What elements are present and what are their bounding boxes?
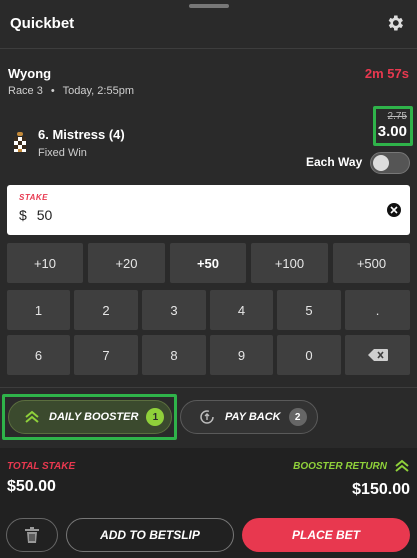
odds-display: 2.75 3.00	[373, 106, 413, 146]
total-stake-label: TOTAL STAKE	[7, 461, 76, 472]
stake-input[interactable]: STAKE $ 50	[7, 185, 410, 235]
divider	[0, 387, 417, 388]
keypad-key-5[interactable]: 5	[277, 290, 341, 330]
boosted-odds: 3.00	[377, 123, 407, 140]
quick-amount-100[interactable]: +100	[251, 243, 328, 283]
keypad-key-decimal[interactable]: .	[345, 290, 410, 330]
gear-icon[interactable]	[385, 13, 405, 33]
race-countdown: 2m 57s	[364, 66, 409, 81]
keypad-key-0[interactable]: 0	[277, 335, 341, 375]
keypad-key-7[interactable]: 7	[74, 335, 138, 375]
clear-stake-button[interactable]	[387, 203, 401, 217]
race-name: Wyong	[8, 66, 52, 81]
booster-count-badge: 1	[146, 408, 165, 426]
header: Quickbet	[0, 0, 417, 48]
chevron-up-double-icon	[395, 459, 409, 472]
race-number: Race 3	[8, 85, 43, 97]
trash-icon	[25, 527, 39, 543]
keypad-key-1[interactable]: 1	[7, 290, 70, 330]
keypad-key-9[interactable]: 9	[210, 335, 273, 375]
jockey-silks-icon	[14, 132, 26, 152]
keypad-key-3[interactable]: 3	[142, 290, 206, 330]
each-way-toggle[interactable]	[370, 152, 410, 174]
keypad-key-8[interactable]: 8	[142, 335, 206, 375]
bet-type: Fixed Win	[38, 147, 87, 159]
quick-amount-20[interactable]: +20	[88, 243, 165, 283]
keypad-key-2[interactable]: 2	[74, 290, 138, 330]
runner-name: 6. Mistress (4)	[38, 127, 125, 142]
old-odds: 2.75	[387, 111, 407, 122]
place-bet-button[interactable]: PLACE BET	[242, 518, 410, 552]
keypad-key-4[interactable]: 4	[210, 290, 273, 330]
divider	[0, 48, 417, 49]
page-title: Quickbet	[10, 15, 75, 32]
quick-amount-500[interactable]: +500	[333, 243, 410, 283]
stake-amount: 50	[36, 207, 53, 223]
refund-icon	[200, 410, 214, 424]
add-to-betslip-button[interactable]: ADD TO BETSLIP	[66, 518, 234, 552]
daily-booster-button[interactable]: DAILY BOOSTER 1	[8, 400, 172, 434]
backspace-button[interactable]	[345, 335, 410, 375]
booster-return-value: $150.00	[352, 481, 410, 498]
pay-back-button[interactable]: PAY BACK 2	[180, 400, 318, 434]
race-meta: Race 3 • Today, 2:55pm	[8, 85, 134, 97]
toggle-knob	[373, 155, 389, 171]
stake-value[interactable]: $ 50	[19, 207, 52, 223]
quick-amount-10[interactable]: +10	[7, 243, 83, 283]
daily-booster-label: DAILY BOOSTER	[49, 411, 139, 423]
close-icon	[390, 206, 398, 214]
delete-bet-button[interactable]	[6, 518, 58, 552]
stake-label: STAKE	[19, 193, 49, 202]
payback-count-badge: 2	[288, 408, 307, 426]
quick-amount-50[interactable]: +50	[170, 243, 246, 283]
each-way-label: Each Way	[306, 155, 363, 169]
chevron-up-double-icon	[25, 410, 39, 423]
total-stake-value: $50.00	[7, 478, 56, 495]
race-time: Today, 2:55pm	[62, 85, 134, 97]
keypad-key-6[interactable]: 6	[7, 335, 70, 375]
meta-separator: •	[50, 85, 55, 97]
booster-return-label: BOOSTER RETURN	[293, 461, 387, 472]
pay-back-label: PAY BACK	[225, 411, 281, 423]
currency-symbol: $	[19, 207, 27, 223]
backspace-icon	[367, 349, 388, 361]
